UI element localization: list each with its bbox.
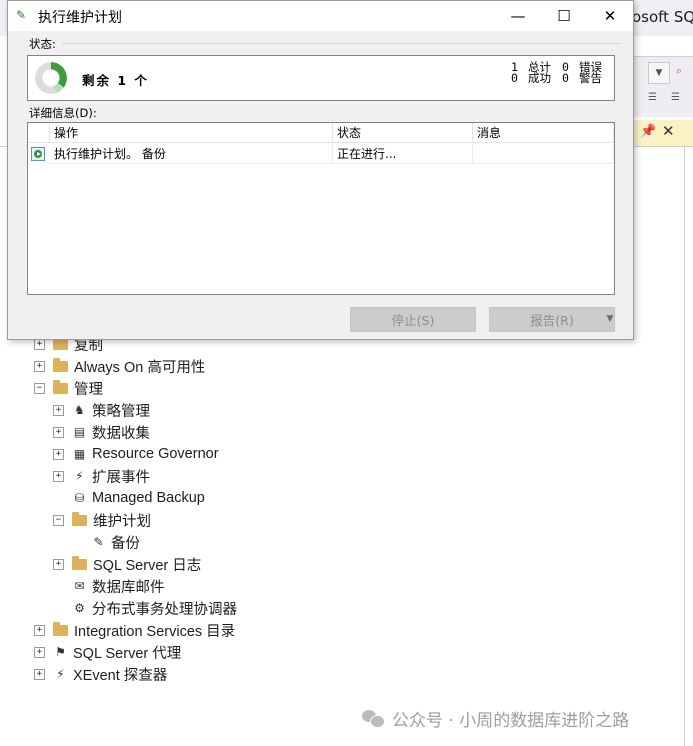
tree-item[interactable]: + ⚡ XEvent 探查器 [34,663,167,685]
data-collection-icon: ▤ [73,424,86,439]
column-header-action[interactable]: 操作 [50,123,333,143]
folder-icon [53,358,68,372]
collapse-icon[interactable]: − [34,382,45,394]
toolbar-indent-icon[interactable]: ☰ [648,92,666,106]
stop-button[interactable]: 停止(S) [350,307,476,332]
status-panel: 剩余 1 个 1 总计 0 错误 0 成功 0 警告 [27,55,615,101]
tree-item[interactable]: + ⚑ SQL Server 代理 [34,641,181,663]
report-button[interactable]: 报告(R) [489,307,615,332]
policy-icon: ♞ [74,402,85,417]
extended-events-icon: ⚡ [75,468,84,483]
watermark-text: 公众号 · 小周的数据库进阶之路 [392,710,630,731]
folder-icon [72,556,87,570]
tree-item-label: 备份 [111,535,140,552]
close-button[interactable]: ✕ [587,1,633,31]
expand-icon[interactable]: + [34,668,45,680]
database-mail-icon: ✉ [74,578,85,593]
status-divider [62,43,620,44]
tree-item[interactable]: ⚙ 分布式事务处理协调器 [53,597,237,619]
tree-item[interactable]: + ▤ 数据收集 [53,421,150,443]
collapse-icon[interactable]: − [53,514,64,526]
tree-item[interactable]: ✉ 数据库邮件 [53,575,165,597]
grid-header-icon [28,123,50,143]
toolbar-dropdown-icon[interactable]: ▼ [648,62,670,84]
tree-item-label: Resource Governor [92,446,219,462]
report-dropdown-icon[interactable]: ▼ [598,307,622,332]
expand-icon[interactable]: + [34,338,45,350]
dialog-titlebar: ✎ 执行维护计划 — ☐ ✕ [8,1,633,31]
tree-item[interactable]: + Always On 高可用性 [34,355,205,377]
tree-item-label: 分布式事务处理协调器 [92,601,237,618]
success-label: 成功 [528,71,551,85]
minimize-button[interactable]: — [495,1,541,31]
folder-icon [53,380,68,394]
tree-item-label: SQL Server 代理 [73,645,182,662]
folder-icon [53,336,68,350]
tree-item-label: Managed Backup [92,490,205,506]
maintenance-plan-icon: ✎ [93,534,104,549]
table-row-action[interactable]: 执行维护计划。 备份 [50,144,333,164]
toolbar-find-icon[interactable]: ⌕ [676,64,690,78]
expand-icon[interactable]: + [34,646,45,658]
managed-backup-icon: ⛁ [74,490,85,505]
column-header-status[interactable]: 状态 [333,123,473,143]
progress-spinner-icon [35,62,67,94]
tree-item[interactable]: + Integration Services 目录 [34,619,235,641]
expand-icon[interactable]: + [53,470,64,482]
tree-item-label: Integration Services 目录 [74,623,236,640]
tree-item[interactable]: + SQL Server 日志 [53,553,201,575]
table-row-message[interactable] [473,144,614,164]
execute-maintenance-plan-dialog: ✎ 执行维护计划 — ☐ ✕ 状态: 剩余 1 个 1 总计 0 错误 0 成功… [7,0,634,340]
expand-icon[interactable]: + [53,426,64,438]
expand-icon[interactable]: + [53,404,64,416]
background-window-title: osoft SQ [632,8,693,26]
status-label: 状态: [29,37,56,51]
details-grid[interactable]: 操作 状态 消息 执行维护计划。 备份 正在进行... [27,122,615,295]
tree-item-label: 策略管理 [92,403,150,420]
close-pane-icon[interactable]: ✕ [662,122,675,140]
tree-item[interactable]: + ♞ 策略管理 [53,399,150,421]
tree-item[interactable]: ⛁ Managed Backup [53,487,205,509]
wechat-logo-icon [362,709,385,728]
sql-agent-icon: ⚑ [55,644,66,659]
expand-icon[interactable]: + [53,448,64,460]
tree-item-label: 数据收集 [92,425,150,442]
running-status-icon [31,147,45,161]
tree-item[interactable]: − 维护计划 [53,509,151,531]
warning-label: 警告 [579,71,602,85]
dtc-icon: ⚙ [74,600,85,615]
pin-icon[interactable]: 📌 [640,124,656,139]
watermark: 公众号 · 小周的数据库进阶之路 [362,707,630,731]
success-count: 0 [511,71,518,85]
tree-item-label: SQL Server 日志 [93,557,202,574]
tree-item-label: XEvent 探查器 [73,667,168,684]
maintenance-plan-icon: ✎ [16,8,27,22]
expand-icon[interactable]: + [34,360,45,372]
tree-item-label: 扩展事件 [92,469,150,486]
pane-scroll-border [684,146,685,746]
tree-item-label: Always On 高可用性 [74,359,206,376]
folder-icon [53,622,68,636]
expand-icon[interactable]: + [53,558,64,570]
remaining-count: 剩余 1 个 [82,73,149,88]
toolbar-outdent-icon[interactable]: ☰ [671,92,689,106]
resource-governor-icon: ▦ [73,446,86,461]
dialog-title: 执行维护计划 [38,10,122,26]
folder-icon [72,512,87,526]
tree-item[interactable]: + ▦ Resource Governor [53,443,219,465]
maximize-button[interactable]: ☐ [541,1,587,31]
tree-item-label: 管理 [74,381,103,398]
xevent-profiler-icon: ⚡ [56,666,65,681]
table-row-status[interactable]: 正在进行... [333,144,473,164]
tree-item[interactable]: + ⚡ 扩展事件 [53,465,150,487]
tree-item[interactable]: − 管理 [34,377,103,399]
tree-item-label: 维护计划 [93,513,151,530]
tree-item-label: 数据库邮件 [92,579,165,596]
expand-icon[interactable]: + [34,624,45,636]
warning-count: 0 [562,71,569,85]
tree-item[interactable]: ✎ 备份 [72,531,140,553]
details-label: 详细信息(D): [29,106,97,120]
column-header-message[interactable]: 消息 [473,123,614,143]
